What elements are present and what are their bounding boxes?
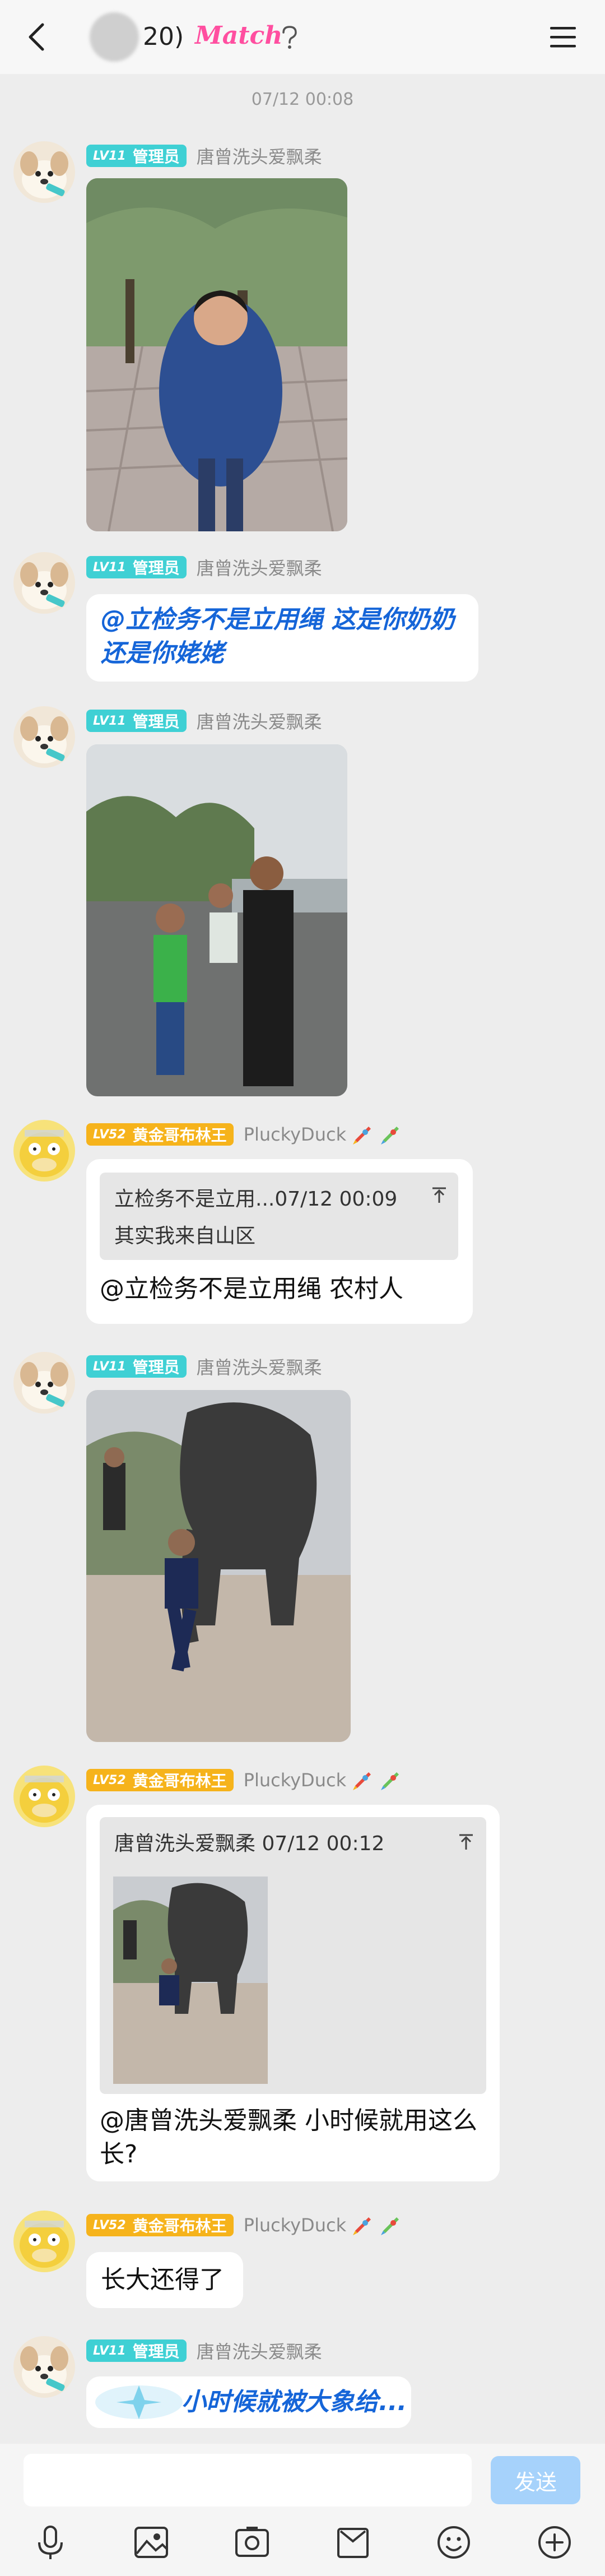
reply-message[interactable]: 立检务不是立用...07/12 00:09 其实我来自山区 @立检务不是立用绳 …: [86, 1159, 473, 1324]
message-header: LV52 黄金哥布林王 PluckyDuck: [86, 1768, 402, 1792]
avatar-admin-dog[interactable]: [13, 552, 75, 614]
avatar-admin-dog[interactable]: [13, 141, 75, 203]
reply-message[interactable]: 唐曾洗头爱飘柔 07/12 00:12 @唐曾洗头爱飘柔 小时候就用这么长?: [86, 1805, 500, 2181]
level-badge-gold: LV52 黄金哥布林王: [86, 1769, 234, 1791]
message-header: LV11 管理员 唐曾洗头爱飘柔: [86, 1354, 322, 1379]
sender-name[interactable]: 唐曾洗头爱飘柔: [197, 554, 322, 580]
message-header: LV11 管理员 唐曾洗头爱飘柔: [86, 708, 322, 733]
text-message[interactable]: 长大还得了: [86, 2252, 243, 2308]
rocket-icon: [353, 1127, 371, 1145]
rocket-icon: [381, 1127, 399, 1145]
avatar-admin-dog[interactable]: [13, 706, 75, 768]
top-bar: 20) Match: [0, 0, 605, 74]
avatar-admin-dog[interactable]: [13, 2336, 75, 2398]
avatar-admin-dog[interactable]: [13, 1352, 75, 1414]
emoji-icon[interactable]: [434, 2522, 474, 2563]
reply-text: @立检务不是立用绳 农村人: [100, 1275, 403, 1303]
sender-name[interactable]: 唐曾洗头爱飘柔: [197, 708, 322, 734]
message-input[interactable]: [24, 2454, 472, 2506]
bag-icon[interactable]: [333, 2522, 373, 2563]
image-message-man-kids[interactable]: [86, 744, 347, 1096]
message-text: 长大还得了: [101, 2265, 224, 2294]
photo-icon[interactable]: [232, 2522, 272, 2563]
mention-text[interactable]: 小时候就被大象给...: [182, 2385, 407, 2419]
sender-name[interactable]: 唐曾洗头爱飘柔: [197, 1354, 322, 1379]
level-badge-gold: LV52 黄金哥布林王: [86, 2214, 234, 2236]
mention-text[interactable]: @立检务不是立用绳 这是你奶奶还是你姥姥: [101, 605, 454, 668]
back-arrow-icon[interactable]: [21, 20, 55, 54]
quote-meta: 唐曾洗头爱飘柔 07/12 00:12: [114, 1832, 385, 1855]
chat-avatar[interactable]: [90, 12, 139, 62]
level-badge-admin: LV11 管理员: [86, 2339, 187, 2362]
picture-icon[interactable]: [131, 2522, 171, 2563]
message-header: LV11 管理员 唐曾洗头爱飘柔: [86, 143, 322, 168]
avatar-psyduck[interactable]: [13, 1766, 75, 1827]
quoted-image-thumbnail[interactable]: [113, 1877, 268, 2084]
image-message-elephant[interactable]: [86, 1390, 351, 1742]
text-message[interactable]: @立检务不是立用绳 这是你奶奶还是你姥姥: [86, 594, 478, 682]
text-message[interactable]: 小时候就被大象给...: [86, 2376, 411, 2428]
help-icon[interactable]: [279, 25, 300, 50]
rocket-icon: [381, 2217, 399, 2235]
level-badge-admin: LV11 管理员: [86, 556, 187, 578]
rocket-icon: [353, 1772, 371, 1790]
avatar-psyduck[interactable]: [13, 2211, 75, 2272]
sender-name[interactable]: PluckyDuck: [244, 2214, 346, 2236]
message-timestamp: 07/12 00:08: [251, 90, 354, 109]
level-badge-gold: LV52 黄金哥布林王: [86, 1123, 234, 1146]
message-header: LV52 黄金哥布林王 PluckyDuck: [86, 1122, 402, 1147]
send-button[interactable]: 发送: [491, 2456, 580, 2504]
quote-text: 其实我来自山区: [114, 1225, 256, 1248]
quote-meta: 立检务不是立用...07/12 00:09: [114, 1188, 398, 1211]
match-logo: Match: [195, 21, 283, 50]
rocket-icon: [353, 2217, 371, 2235]
sender-name[interactable]: 唐曾洗头爱飘柔: [197, 2338, 322, 2364]
menu-icon[interactable]: [549, 25, 577, 49]
collapse-quote-icon[interactable]: [456, 1832, 476, 1852]
level-badge-admin: LV11 管理员: [86, 1355, 187, 1378]
sender-name[interactable]: 唐曾洗头爱飘柔: [197, 143, 322, 169]
sender-name[interactable]: PluckyDuck: [244, 1769, 346, 1791]
quoted-message[interactable]: 唐曾洗头爱飘柔 07/12 00:12: [100, 1817, 486, 2094]
sparkle-emoji-icon: [95, 2385, 183, 2419]
level-badge-admin: LV11 管理员: [86, 145, 187, 167]
quoted-message[interactable]: 立检务不是立用...07/12 00:09 其实我来自山区: [100, 1173, 458, 1260]
member-count: 20): [143, 22, 184, 51]
message-header: LV11 管理员 唐曾洗头爱飘柔: [86, 555, 322, 580]
message-header: LV11 管理员 唐曾洗头爱飘柔: [86, 2338, 322, 2363]
level-badge-admin: LV11 管理员: [86, 710, 187, 732]
collapse-quote-icon[interactable]: [429, 1185, 449, 1205]
reply-text: @唐曾洗头爱飘柔 小时候就用这么长?: [100, 2106, 477, 2169]
rocket-icon: [381, 1772, 399, 1790]
plus-icon[interactable]: [534, 2522, 575, 2563]
input-bar: 发送: [0, 2444, 605, 2576]
image-message-woman[interactable]: [86, 178, 347, 531]
sender-name[interactable]: PluckyDuck: [244, 1124, 346, 1145]
message-header: LV52 黄金哥布林王 PluckyDuck: [86, 2213, 402, 2237]
mic-icon[interactable]: [30, 2522, 71, 2563]
avatar-psyduck[interactable]: [13, 1120, 75, 1182]
